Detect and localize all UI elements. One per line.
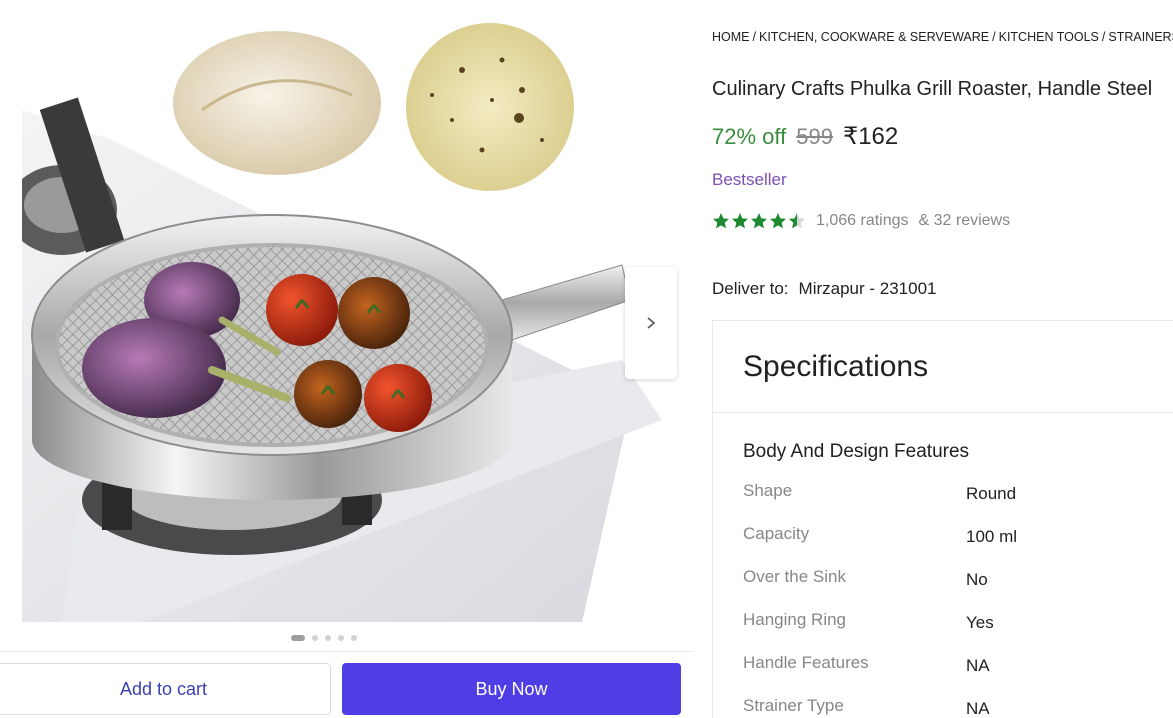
rating-row[interactable]: 1,066 ratings & 32 reviews [712, 212, 1010, 230]
spec-key: Strainer Type [743, 696, 844, 715]
breadcrumb-kitchen-tools[interactable]: KITCHEN TOOLS [999, 30, 1099, 44]
spec-key: Hanging Ring [743, 610, 847, 629]
deliver-pincode[interactable]: Mirzapur - 231001 [799, 279, 937, 299]
breadcrumb-separator: / [752, 30, 756, 44]
price-row: 72% off 599 ₹162 [712, 122, 898, 151]
divider [0, 651, 693, 652]
spec-key: Capacity [743, 524, 810, 543]
star-icon [770, 213, 786, 229]
chevron-right-icon [647, 317, 656, 329]
spec-row: Shape Round [743, 481, 1173, 524]
add-to-cart-button[interactable]: Add to cart [0, 663, 331, 715]
delivery-location[interactable]: Deliver to: Mirzapur - 231001 [712, 279, 937, 299]
image-pagination-dots[interactable] [291, 635, 357, 641]
spec-value: Round [966, 484, 1017, 503]
grill-roaster-illustration [22, 23, 662, 622]
pagination-dot[interactable] [351, 635, 357, 641]
spec-group-title: Body And Design Features [743, 441, 970, 462]
ratings-count: 1,066 ratings [816, 212, 909, 229]
selling-price: ₹162 [842, 123, 899, 150]
pagination-dot[interactable] [312, 635, 318, 641]
discount-label: 72% off [712, 124, 787, 149]
spec-value: Yes [966, 613, 994, 632]
spec-key: Handle Features [743, 653, 869, 672]
spec-row: Strainer Type NA [743, 696, 1173, 718]
breadcrumb-separator: / [992, 30, 996, 44]
spec-value: NA [966, 656, 990, 675]
deliver-label: Deliver to: [712, 279, 789, 298]
breadcrumb-separator: / [1101, 30, 1106, 44]
pagination-dot[interactable] [325, 635, 331, 641]
bestseller-badge: Bestseller [712, 170, 787, 189]
pagination-dot[interactable] [291, 635, 305, 641]
specifications-header: Specifications [713, 321, 1173, 413]
specifications-title: Specifications [743, 349, 929, 383]
spec-key: Shape [743, 481, 793, 500]
breadcrumb-strainers[interactable]: STRAINERS [1108, 30, 1173, 44]
star-icon [713, 213, 729, 229]
spec-key: Over the Sink [743, 567, 846, 586]
breadcrumb-home[interactable]: HOME [712, 30, 750, 44]
spec-table: Shape Round Capacity 100 ml Over the Sink No H… [743, 481, 1173, 718]
reviews-count: & 32 reviews [918, 212, 1011, 229]
product-details: HOME / KITCHEN, COOKWARE & SERVEWARE / KITCH… [712, 0, 1173, 718]
original-price: 599 [796, 124, 833, 149]
product-title: Culinary Crafts Phulka Grill Roaster, Ha… [712, 78, 1153, 100]
spec-value: No [966, 570, 988, 589]
specifications-panel: Specifications Body And Design Features … [712, 320, 1173, 718]
next-image-button[interactable] [625, 267, 677, 379]
product-gallery: Add to cart Buy Now [0, 0, 693, 718]
breadcrumb-kitchen[interactable]: KITCHEN, COOKWARE & SERVEWARE [759, 30, 989, 44]
star-icon [751, 213, 767, 229]
spec-row: Over the Sink No [743, 567, 1173, 610]
buy-now-button[interactable]: Buy Now [342, 663, 681, 715]
spec-group: Body And Design Features Shape Round Capac… [713, 413, 1173, 718]
product-image[interactable] [22, 0, 693, 622]
spec-row: Hanging Ring Yes [743, 610, 1173, 653]
pagination-dot[interactable] [338, 635, 344, 641]
spec-value: NA [966, 699, 990, 718]
star-icon [789, 213, 805, 229]
spec-value: 100 ml [966, 527, 1018, 546]
star-rating [712, 212, 806, 230]
breadcrumb: HOME / KITCHEN, COOKWARE & SERVEWARE / KITCH… [712, 30, 1173, 44]
star-icon [732, 213, 748, 229]
spec-row: Capacity 100 ml [743, 524, 1173, 567]
spec-row: Handle Features NA [743, 653, 1173, 696]
